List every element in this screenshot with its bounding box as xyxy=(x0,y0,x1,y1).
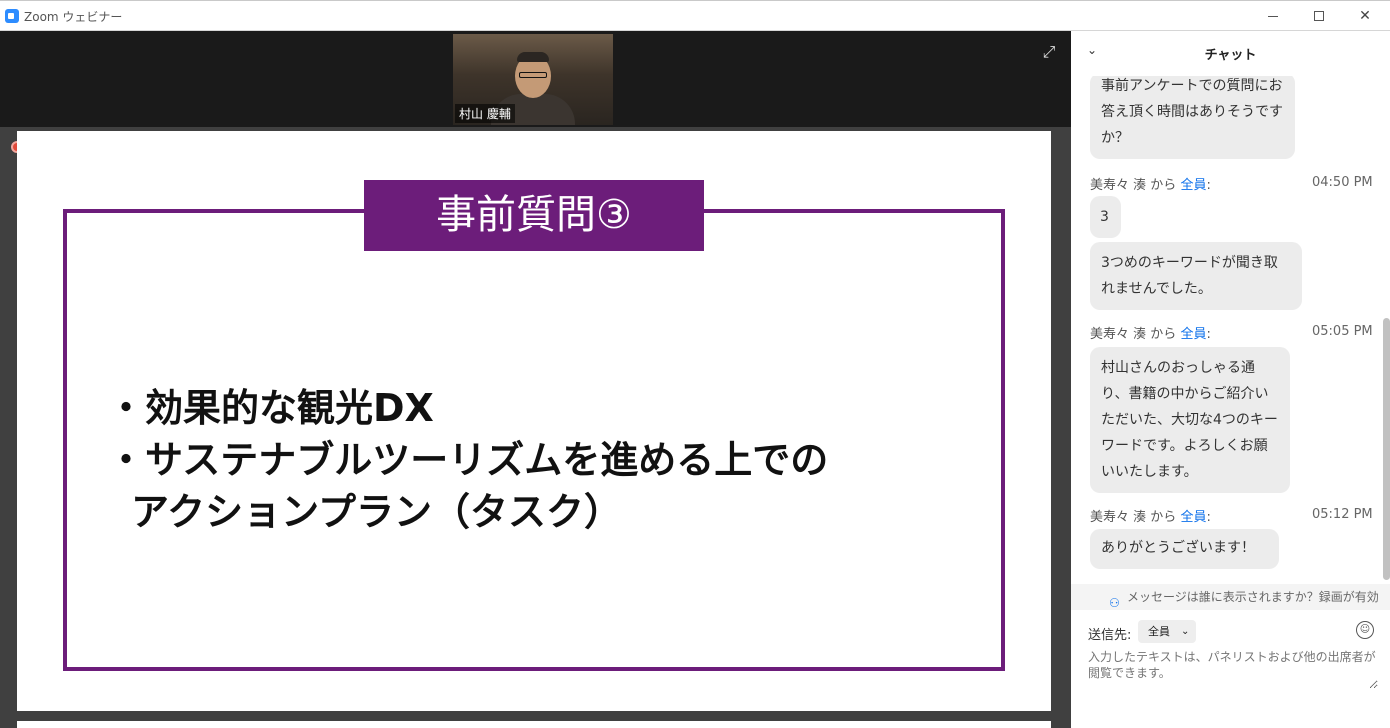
chat-timestamp: 04:50 PM xyxy=(1312,175,1373,190)
chat-recipient-link[interactable]: 全員 xyxy=(1180,178,1206,193)
shared-slide: 事前質問③ ・効果的な観光DX ・サステナブルツーリズムを進める上での アクショ… xyxy=(17,131,1051,711)
chat-scrollbar[interactable] xyxy=(1383,318,1390,580)
chat-header: ⌄ チャット xyxy=(1071,31,1390,73)
chat-title: チャット xyxy=(1204,48,1257,63)
chat-timestamp: 05:12 PM xyxy=(1312,507,1373,522)
slide-bullet: ・効果的な観光DX xyxy=(107,386,434,430)
recipient-dropdown[interactable]: 全員 ⌄ xyxy=(1138,620,1196,643)
emoji-button[interactable]: ☺ xyxy=(1356,621,1374,639)
minimize-icon xyxy=(1268,15,1278,17)
participant-name-label: 村山 慶輔 xyxy=(455,104,515,123)
next-slide-edge xyxy=(17,721,1051,728)
participant-video[interactable]: 村山 慶輔 xyxy=(453,34,613,125)
chat-recipient-link[interactable]: 全員 xyxy=(1180,510,1206,525)
close-button[interactable]: ✕ xyxy=(1350,5,1380,27)
slide-bullet-continuation: アクションプラン（タスク） xyxy=(131,490,622,534)
maximize-button[interactable] xyxy=(1304,5,1334,27)
visibility-notice-text: メッセージは誰に表示されますか？録画が有効 xyxy=(1127,590,1379,604)
chat-from-word: から xyxy=(1150,327,1177,342)
participant-hair xyxy=(517,52,549,62)
close-icon: ✕ xyxy=(1359,8,1371,24)
smiley-icon: ☺ xyxy=(1359,624,1371,635)
chat-from-word: から xyxy=(1150,178,1177,193)
chat-sender-name: 美寿々 湊 xyxy=(1090,327,1147,342)
chat-message-bubble: 村山さんのおっしゃる通り、書籍の中からご紹介いただいた、大切な4つのキーワードで… xyxy=(1090,347,1290,493)
recipient-value: 全員 xyxy=(1148,625,1170,638)
window-title: Zoom ウェビナー xyxy=(24,10,123,24)
chat-message-list[interactable]: 事前アンケートでの質問にお答え頂く時間はありそうですか？ 美寿々 湊 から 全員… xyxy=(1071,76,1390,581)
visibility-notice[interactable]: ⚇ メッセージは誰に表示されますか？録画が有効 xyxy=(1071,584,1390,610)
chat-sender-line: 美寿々 湊 から 全員: xyxy=(1090,510,1211,525)
slide-title: 事前質問③ xyxy=(364,180,704,251)
chat-sender-line: 美寿々 湊 から 全員: xyxy=(1090,178,1211,193)
zoom-webinar-window: Zoom ウェビナー ✕ 村山 慶輔 ⤢ 事前質問③ ・効果的な観光DX ・サス… xyxy=(0,0,1390,728)
fullscreen-button[interactable]: ⤢ xyxy=(1037,40,1061,64)
chat-sender-line: 美寿々 湊 から 全員: xyxy=(1090,327,1211,342)
chat-sender-name: 美寿々 湊 xyxy=(1090,510,1147,525)
chat-sender-name: 美寿々 湊 xyxy=(1090,178,1147,193)
chat-recipient-link[interactable]: 全員 xyxy=(1180,327,1206,342)
chat-timestamp: 05:05 PM xyxy=(1312,324,1373,339)
chat-message-input[interactable] xyxy=(1088,649,1378,689)
maximize-icon xyxy=(1314,11,1324,21)
chat-message-bubble: 事前アンケートでの質問にお答え頂く時間はありそうですか？ xyxy=(1090,76,1295,159)
zoom-app-icon xyxy=(5,9,19,23)
chat-message-bubble: 3 xyxy=(1090,196,1121,238)
meeting-area: 村山 慶輔 ⤢ 事前質問③ ・効果的な観光DX ・サステナブルツーリズムを進める… xyxy=(0,31,1071,728)
slide-bullet: ・サステナブルツーリズムを進める上での xyxy=(107,438,829,482)
person-icon: ⚇ xyxy=(1109,596,1120,610)
chat-message-bubble: ありがとうございます！ xyxy=(1090,529,1279,569)
minimize-button[interactable] xyxy=(1258,5,1288,27)
title-bar: Zoom ウェビナー ✕ xyxy=(0,0,1390,31)
send-to-label: 送信先: xyxy=(1088,628,1132,643)
video-strip: 村山 慶輔 ⤢ xyxy=(0,31,1071,127)
expand-icon: ⤢ xyxy=(1042,42,1056,61)
participant-glasses xyxy=(519,72,547,78)
chat-message-bubble: 3つめのキーワードが聞き取れませんでした。 xyxy=(1090,242,1302,310)
chat-from-word: から xyxy=(1150,510,1177,525)
mouse-cursor-icon xyxy=(571,379,583,391)
chevron-down-icon: ⌄ xyxy=(1181,626,1190,637)
chat-panel: ⌄ チャット 事前アンケートでの質問にお答え頂く時間はありそうですか？ 美寿々 … xyxy=(1071,31,1390,728)
